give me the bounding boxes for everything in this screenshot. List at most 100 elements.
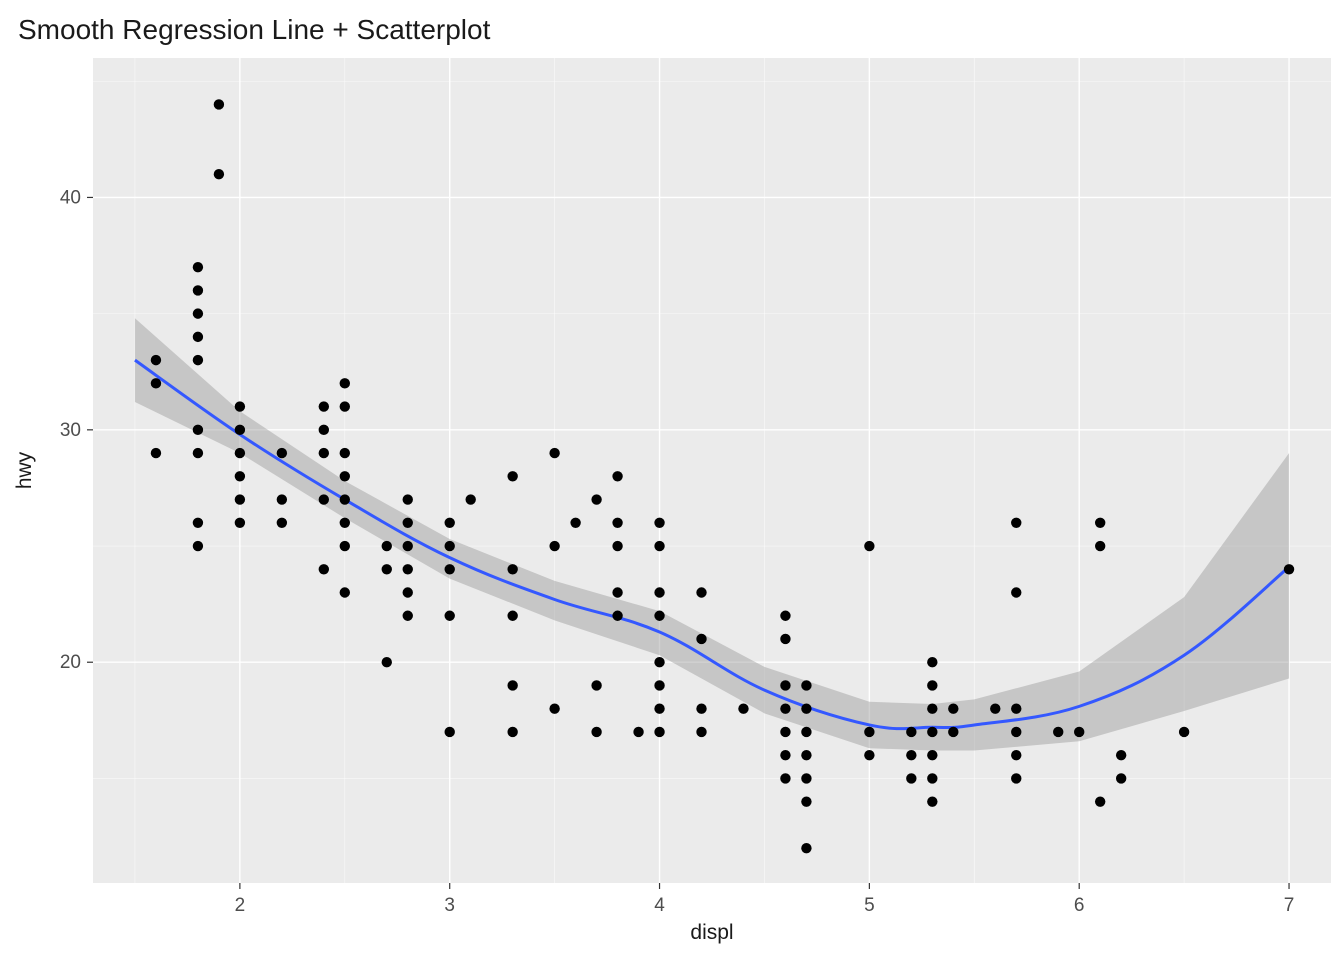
data-point (801, 680, 811, 690)
data-point (445, 541, 455, 551)
y-tick-label: 40 (60, 187, 81, 208)
x-axis-label: displ (690, 921, 733, 944)
data-point (403, 518, 413, 528)
data-point (654, 587, 664, 597)
data-point (319, 564, 329, 574)
y-axis-label: hwy (13, 451, 36, 489)
data-point (696, 727, 706, 737)
data-point (780, 727, 790, 737)
data-point (654, 657, 664, 667)
data-point (403, 494, 413, 504)
data-point (445, 727, 455, 737)
data-point (382, 564, 392, 574)
data-point (570, 518, 580, 528)
data-point (1011, 773, 1021, 783)
data-point (780, 680, 790, 690)
data-point (340, 494, 350, 504)
data-point (382, 541, 392, 551)
data-point (193, 355, 203, 365)
data-point (1095, 796, 1105, 806)
data-point (1179, 727, 1189, 737)
data-point (193, 332, 203, 342)
data-point (1011, 704, 1021, 714)
data-point (591, 727, 601, 737)
data-point (340, 541, 350, 551)
data-point (1053, 727, 1063, 737)
data-point (696, 704, 706, 714)
data-point (906, 727, 916, 737)
data-point (507, 611, 517, 621)
data-point (612, 471, 622, 481)
data-point (906, 750, 916, 760)
x-tick-label: 2 (235, 895, 246, 916)
data-point (445, 518, 455, 528)
data-point (927, 680, 937, 690)
data-point (654, 611, 664, 621)
data-point (612, 611, 622, 621)
data-point (549, 448, 559, 458)
data-point (340, 471, 350, 481)
data-point (738, 704, 748, 714)
data-point (193, 262, 203, 272)
data-point (801, 727, 811, 737)
data-point (654, 704, 664, 714)
data-point (235, 518, 245, 528)
data-point (340, 401, 350, 411)
data-point (193, 308, 203, 318)
data-point (591, 680, 601, 690)
data-point (193, 518, 203, 528)
data-point (654, 541, 664, 551)
data-point (1074, 727, 1084, 737)
data-point (780, 611, 790, 621)
data-point (235, 471, 245, 481)
data-point (927, 750, 937, 760)
data-point (319, 425, 329, 435)
data-point (277, 494, 287, 504)
data-point (1116, 750, 1126, 760)
x-tick-label: 7 (1284, 895, 1295, 916)
x-tick-label: 6 (1074, 895, 1085, 916)
data-point (193, 448, 203, 458)
data-point (1116, 773, 1126, 783)
data-point (591, 494, 601, 504)
data-point (235, 448, 245, 458)
data-point (235, 401, 245, 411)
data-point (801, 750, 811, 760)
data-point (1095, 541, 1105, 551)
data-point (193, 425, 203, 435)
data-point (340, 587, 350, 597)
data-point (507, 680, 517, 690)
data-point (340, 378, 350, 388)
data-point (507, 471, 517, 481)
data-point (696, 587, 706, 597)
data-point (445, 611, 455, 621)
data-point (403, 611, 413, 621)
data-point (277, 448, 287, 458)
data-point (507, 564, 517, 574)
data-point (801, 843, 811, 853)
data-point (780, 773, 790, 783)
data-point (780, 750, 790, 760)
data-point (403, 541, 413, 551)
y-tick-label: 30 (60, 420, 81, 441)
data-point (193, 541, 203, 551)
data-point (612, 587, 622, 597)
data-point (319, 494, 329, 504)
data-point (864, 727, 874, 737)
data-point (1284, 564, 1294, 574)
data-point (990, 704, 1000, 714)
data-point (1011, 727, 1021, 737)
data-point (235, 494, 245, 504)
chart-container: Smooth Regression Line + Scatterplot 234… (0, 0, 1344, 960)
data-point (235, 425, 245, 435)
data-point (864, 750, 874, 760)
chart-svg: 234567203040displhwy (0, 0, 1344, 960)
data-point (654, 727, 664, 737)
x-tick-label: 4 (654, 895, 665, 916)
data-point (948, 727, 958, 737)
data-point (612, 518, 622, 528)
data-point (340, 448, 350, 458)
data-point (801, 704, 811, 714)
data-point (151, 448, 161, 458)
data-point (927, 796, 937, 806)
